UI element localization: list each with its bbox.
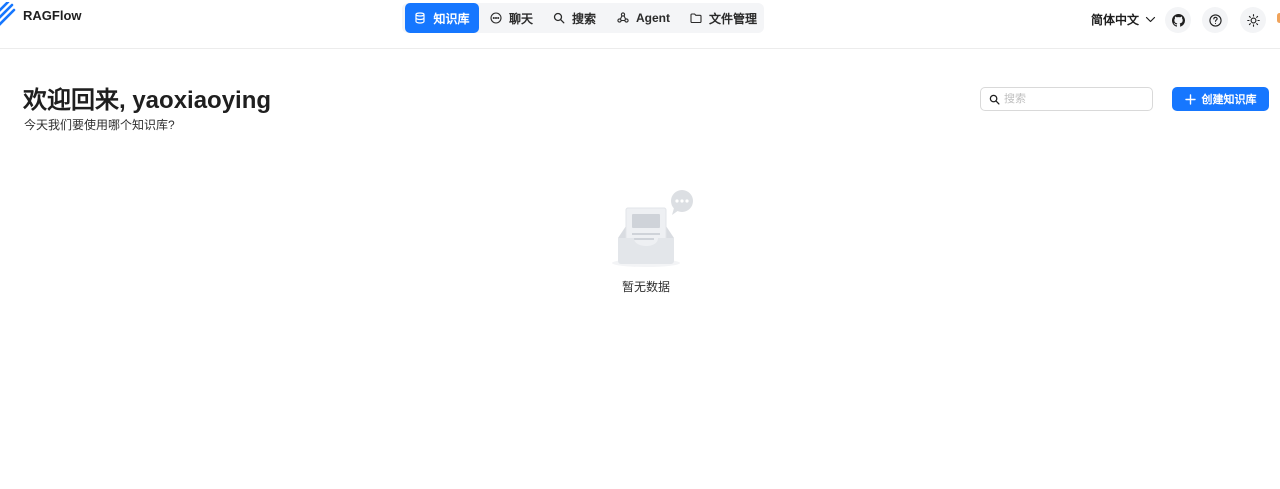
search-input[interactable] [1004, 93, 1144, 105]
app-name: RAGFlow [23, 7, 82, 23]
empty-state-text: 暂无数据 [621, 280, 670, 294]
theme-toggle-button[interactable] [1240, 7, 1266, 33]
language-label: 简体中文 [1091, 12, 1140, 27]
main-nav: 知识库 聊天 搜索 Agent 文件管理 [402, 3, 764, 33]
page-subtitle: 今天我们要使用哪个知识库? [24, 118, 175, 132]
nav-label: Agent [636, 11, 670, 25]
folder-icon [690, 13, 702, 24]
nav-item-agent[interactable]: Agent [617, 3, 670, 33]
plus-icon [1184, 93, 1196, 105]
nav-label: 聊天 [509, 11, 534, 26]
search-icon [989, 94, 1000, 105]
github-icon [1171, 13, 1185, 27]
chat-bubble-icon [490, 12, 502, 24]
nav-item-search[interactable]: 搜索 [553, 3, 596, 33]
database-icon [415, 12, 426, 24]
nav-label: 搜索 [572, 11, 597, 26]
chevron-down-icon [1145, 16, 1156, 22]
language-selector[interactable]: 简体中文 [1091, 11, 1156, 27]
nav-item-chat[interactable]: 聊天 [490, 3, 533, 33]
nav-item-knowledge-base[interactable]: 知识库 [405, 3, 479, 33]
app-logo[interactable]: RAGFlow [0, 2, 82, 28]
empty-inbox-illustration [612, 190, 693, 267]
agent-graph-icon [617, 12, 629, 23]
nav-item-file-management[interactable]: 文件管理 [690, 3, 757, 33]
ragflow-logo-icon [0, 2, 16, 26]
nav-label: 知识库 [433, 11, 470, 26]
sun-icon [1246, 13, 1260, 27]
knowledge-search-box[interactable] [980, 87, 1153, 111]
github-button[interactable] [1165, 7, 1191, 33]
create-button-label: 创建知识库 [1201, 94, 1257, 106]
help-circle-icon [1208, 13, 1222, 27]
help-button[interactable] [1202, 7, 1228, 33]
search-icon [553, 12, 565, 24]
top-header: RAGFlow 知识库 聊天 搜索 Agent 文件管理 简体中文 [0, 0, 1280, 49]
page-title: 欢迎回来, yaoxiaoying [23, 87, 272, 114]
create-knowledge-base-button[interactable]: 创建知识库 [1172, 87, 1269, 111]
nav-label: 文件管理 [709, 11, 758, 26]
